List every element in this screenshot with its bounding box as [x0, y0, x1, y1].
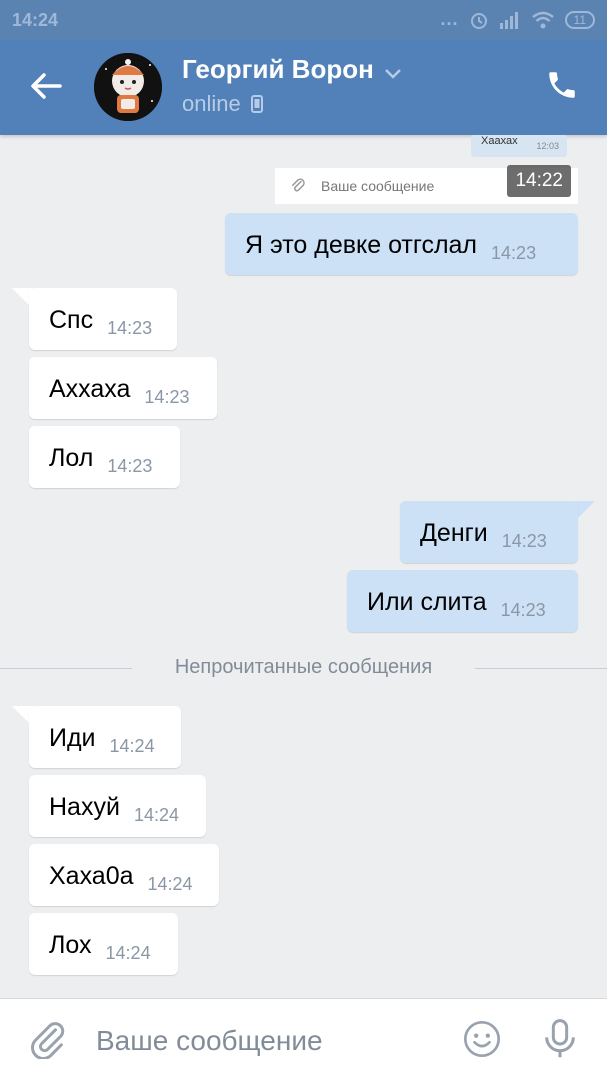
battery-icon: 11 — [564, 10, 595, 29]
status-time: 14:24 — [12, 10, 59, 30]
message-input[interactable] — [96, 1021, 426, 1061]
contact-name: Георгий Ворон — [182, 54, 374, 84]
message-time: 14:23 — [500, 600, 546, 620]
message-outgoing[interactable]: Денги 14:23 — [400, 501, 578, 563]
message-text: Лох — [49, 931, 92, 959]
attach-button[interactable] — [28, 1019, 68, 1060]
message-incoming[interactable]: Хаха0а 14:24 — [29, 844, 219, 906]
status-icons: ... 11 — [441, 9, 595, 30]
alarm-icon — [470, 12, 487, 29]
back-button[interactable] — [26, 66, 66, 106]
embedded-message-text: Хаахах — [481, 135, 518, 147]
online-status-text: online — [182, 91, 241, 116]
embedded-message-time: 12:03 — [536, 141, 559, 151]
message-incoming[interactable]: Аххаха 14:23 — [29, 357, 217, 419]
avatar[interactable] — [94, 53, 162, 121]
emoji-button[interactable] — [462, 1019, 502, 1059]
chat-title[interactable]: Георгий Ворон online — [182, 54, 402, 117]
voice-message-button[interactable] — [540, 1017, 580, 1061]
message-time: 14:23 — [107, 456, 153, 476]
embedded-message-fragment: Хаахах 12:03 — [471, 135, 567, 157]
message-time: 14:24 — [105, 943, 151, 963]
notification-dots: ... — [440, 9, 459, 29]
message-text: Иди — [49, 724, 96, 752]
message-list[interactable]: Хаахах 12:03 Ваше сообщение 14:22 Я это … — [0, 135, 607, 998]
message-composer — [0, 998, 607, 1080]
message-text: Аххаха — [49, 375, 131, 403]
message-text: Нахуй — [49, 793, 120, 821]
message-time: 14:23 — [107, 318, 153, 338]
message-time: 14:24 — [109, 736, 155, 756]
message-time: 14:24 — [147, 874, 193, 894]
avatar-cat-illustration — [94, 53, 162, 121]
microphone-icon — [545, 1019, 575, 1058]
paperclip-icon — [292, 178, 305, 192]
message-text: Лол — [49, 444, 94, 472]
message-incoming[interactable]: Иди 14:24 — [29, 706, 181, 768]
message-time: 14:23 — [144, 387, 190, 407]
unread-divider-label: Непрочитанные сообщения — [174, 656, 433, 678]
chevron-down-icon — [385, 68, 402, 79]
status-bar: 14:24 ... 11 — [0, 0, 607, 40]
phone-icon — [549, 72, 575, 98]
message-text: Спс — [49, 306, 94, 334]
call-button[interactable] — [545, 68, 585, 108]
contact-status: online — [182, 91, 402, 117]
phone-device-icon — [250, 95, 263, 113]
bubble-tail — [575, 501, 595, 521]
message-incoming[interactable]: Нахуй 14:24 — [29, 775, 206, 837]
message-text: Хаха0а — [49, 862, 134, 890]
paperclip-icon — [31, 1022, 65, 1060]
embedded-time-overlay: 14:22 — [507, 165, 571, 197]
unread-divider: Непрочитанные сообщения — [0, 654, 607, 684]
message-time: 14:24 — [133, 805, 179, 825]
message-text: Я это девке отгслал — [245, 231, 478, 259]
message-text: Или слита — [367, 588, 487, 616]
message-incoming[interactable]: Лох 14:24 — [29, 913, 178, 975]
arrow-left-icon — [31, 73, 62, 99]
signal-icon — [499, 11, 518, 29]
message-outgoing[interactable]: Я это девке отгслал 14:23 — [225, 213, 578, 275]
message-outgoing[interactable]: Или слита 14:23 — [347, 570, 578, 632]
message-text: Денги — [420, 519, 488, 547]
chat-header: Георгий Ворон online — [0, 40, 607, 135]
message-time: 14:23 — [491, 243, 537, 263]
wifi-icon — [531, 11, 554, 28]
embedded-input-placeholder: Ваше сообщение — [321, 178, 435, 194]
message-incoming[interactable]: Лол 14:23 — [29, 426, 180, 488]
message-incoming[interactable]: Спс 14:23 — [29, 288, 177, 350]
smile-icon — [464, 1021, 500, 1057]
message-time: 14:23 — [501, 531, 547, 551]
